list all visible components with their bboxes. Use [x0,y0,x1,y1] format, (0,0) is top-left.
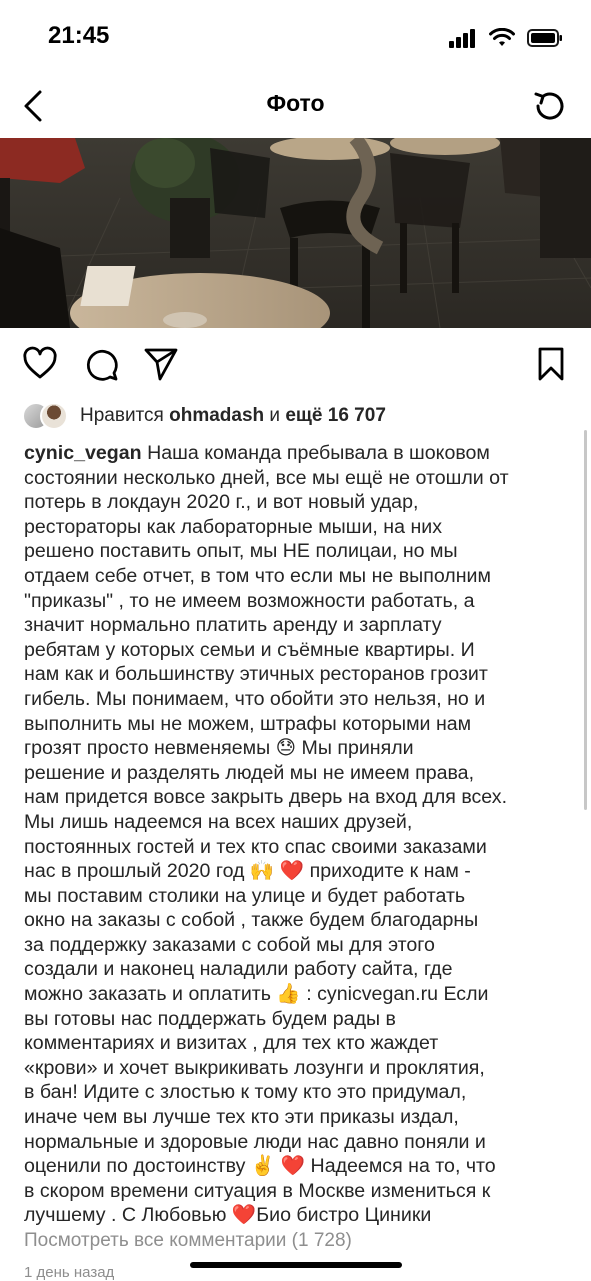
likes-row[interactable]: Нравится ohmadash и ещё 16 707 [22,400,386,432]
scroll-indicator[interactable] [584,430,587,810]
share-button[interactable] [143,346,179,387]
send-icon [144,348,178,381]
post-date: 1 день назад [24,1264,115,1281]
liker-avatars [22,402,72,430]
heart-icon [23,346,57,379]
home-indicator[interactable] [190,1262,402,1268]
post-caption: cynic_vegan Наша команда пребывала в шок… [24,441,569,1228]
refresh-button[interactable] [529,86,569,126]
caption-username[interactable]: cynic_vegan [24,442,142,464]
status-bar: 21:45 [0,0,591,78]
likes-count[interactable]: ещё 16 707 [285,405,386,426]
wifi-icon [489,28,515,46]
view-comments-link[interactable]: Посмотреть все комментарии (1 728) [24,1230,352,1252]
comment-button[interactable] [83,346,119,387]
status-icons [449,28,563,48]
likes-joiner: и [264,405,286,426]
likes-text: Нравится ohmadash и ещё 16 707 [80,405,386,427]
page-title: Фото [266,90,325,116]
nav-bar: Фото [0,78,591,138]
likes-prefix: Нравится [80,405,170,426]
action-bar [0,340,591,390]
liker-username[interactable]: ohmadash [169,405,264,426]
battery-icon [527,29,562,47]
bookmark-icon [538,347,564,381]
save-button[interactable] [535,346,567,387]
avatar [40,402,68,430]
comment-icon [86,349,118,381]
caption-text: Наша команда пребывала в шоковом состоян… [24,442,509,1227]
status-time: 21:45 [48,22,110,49]
post-photo[interactable] [0,138,591,328]
refresh-icon [534,92,564,120]
signal-icon [449,29,475,48]
cafe-interior-photo [0,138,591,328]
like-button[interactable] [22,346,58,387]
